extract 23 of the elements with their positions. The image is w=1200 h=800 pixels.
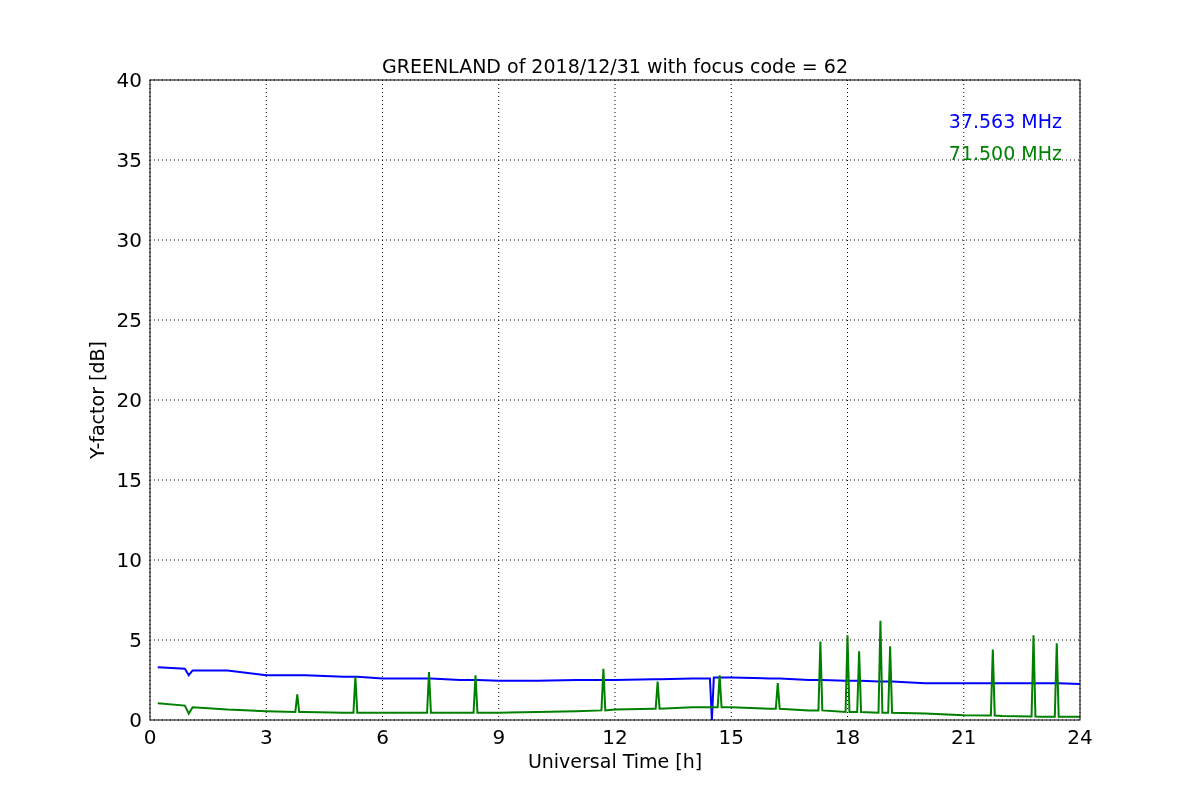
axis-label: Y-factor [dB] [86, 341, 108, 459]
chart-title: GREENLAND of 2018/12/31 with focus code = 62 [382, 55, 848, 77]
tick-label: 3 [259, 725, 273, 749]
tick-label: 40 [116, 68, 142, 92]
tick-label: 20 [116, 388, 142, 412]
tick-label: 35 [116, 148, 142, 172]
tick-label: 9 [492, 725, 506, 749]
tick-label: 12 [602, 725, 628, 749]
tick-label: 24 [1067, 725, 1093, 749]
axis-label: Universal Time [h] [527, 750, 703, 772]
legend-label: 71.500 MHz [948, 142, 1062, 164]
tick-label: 0 [129, 708, 142, 732]
tick-label: 10 [116, 548, 142, 572]
legend-label: 37.563 MHz [948, 110, 1062, 132]
tick-label: 21 [951, 725, 977, 749]
tick-label: 6 [376, 725, 389, 749]
tick-label: 30 [116, 228, 142, 252]
tick-label: 25 [116, 308, 142, 332]
tick-label: 0 [143, 725, 157, 749]
tick-label: 15 [116, 468, 142, 492]
tick-label: 18 [834, 725, 861, 749]
tick-label: 15 [718, 725, 744, 749]
tick-label: 5 [129, 628, 142, 652]
